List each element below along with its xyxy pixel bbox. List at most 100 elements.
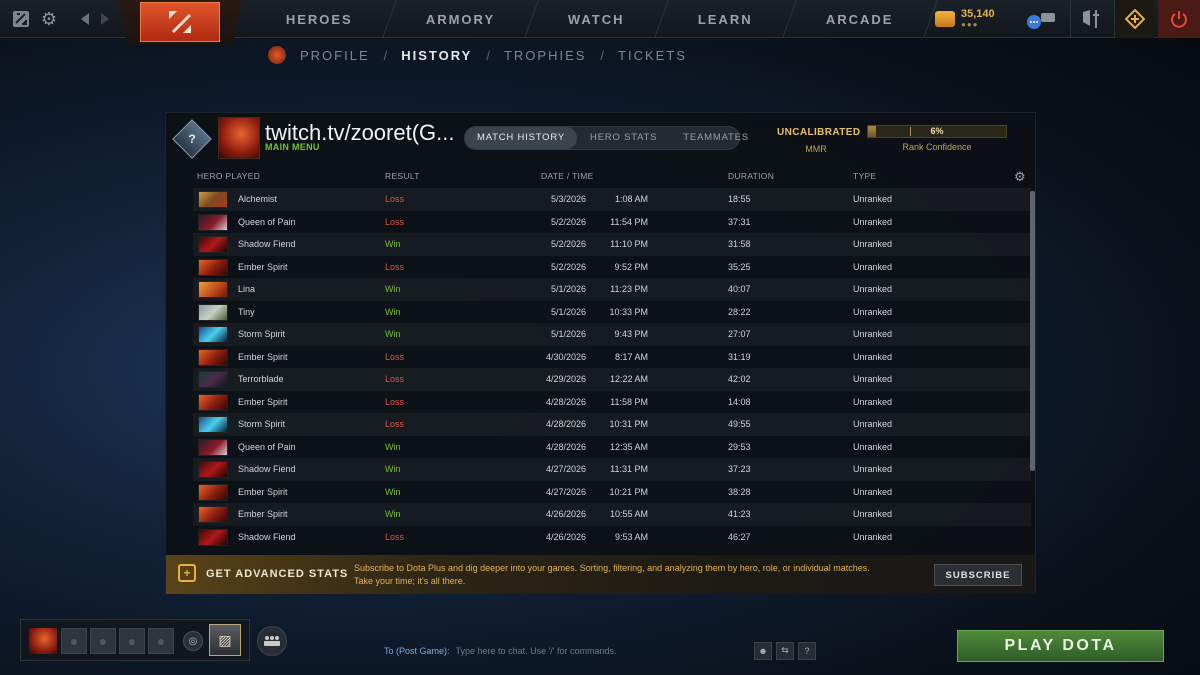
table-row[interactable]: Ember Spirit Loss 4/30/2026 8:17 AM 31:19 Unr… (193, 346, 1031, 369)
table-row[interactable]: Ember Spirit Loss 5/2/2026 9:52 PM 35:25 Unra… (193, 256, 1031, 279)
column-hero-played[interactable]: HERO PLAYED (197, 171, 260, 181)
match-date: 4/26/2026 (545, 509, 586, 520)
nav-armory[interactable]: ARMORY (382, 0, 540, 38)
gear-icon[interactable]: ⚙ (38, 8, 60, 30)
table-row[interactable]: Ember Spirit Win 4/26/2026 10:55 AM 41:23 Unr… (193, 503, 1031, 526)
table-row[interactable]: Tiny Win 5/1/2026 10:33 PM 28:22 Unranked (193, 301, 1031, 324)
match-type: Unranked (853, 531, 893, 542)
match-duration: 18:55 (728, 194, 751, 205)
table-row[interactable]: Queen of Pain Win 4/28/2026 12:35 AM 29:53 Un… (193, 436, 1031, 459)
match-type: Unranked (853, 216, 893, 227)
player-avatar[interactable] (218, 117, 260, 159)
power-button[interactable] (1158, 0, 1200, 38)
forward-arrow-icon[interactable] (94, 8, 116, 30)
hero-name: Ember Spirit (238, 396, 288, 407)
tab-hero-stats[interactable]: HERO STATS (577, 127, 670, 149)
column-type[interactable]: TYPE (853, 171, 876, 181)
table-row[interactable]: Queen of Pain Loss 5/2/2026 11:54 PM 37:31 Un… (193, 211, 1031, 234)
dota-logo[interactable] (118, 0, 242, 46)
hero-name: Ember Spirit (238, 486, 288, 497)
match-type: Unranked (853, 239, 893, 250)
match-date: 4/27/2026 (545, 464, 586, 475)
rank-confidence-percent: 6% (930, 126, 944, 136)
scrollbar[interactable] (1030, 191, 1035, 471)
match-date: 5/2/2026 (550, 216, 586, 227)
match-time: 9:43 PM (614, 329, 648, 340)
table-row[interactable]: Ember Spirit Win 4/27/2026 10:21 PM 38:28 Unr… (193, 481, 1031, 504)
hero-portrait (198, 461, 228, 478)
tab-match-history[interactable]: MATCH HISTORY (465, 127, 577, 149)
hero-portrait (198, 506, 228, 523)
party-slot-empty[interactable]: ● (119, 628, 145, 654)
hero-portrait (198, 528, 228, 546)
subnav-tickets[interactable]: TICKETS (618, 48, 687, 63)
column-date-time[interactable]: DATE / TIME (541, 171, 594, 181)
subscribe-button[interactable]: SUBSCRIBE (934, 564, 1022, 586)
party-slot-empty[interactable]: ● (61, 628, 87, 654)
party-slot-empty[interactable]: ● (90, 628, 116, 654)
table-row[interactable]: Storm Spirit Loss 4/28/2026 10:31 PM 49:55 Un… (193, 413, 1031, 436)
match-time: 11:54 PM (610, 216, 648, 227)
emoji-icon[interactable]: ☻ (754, 641, 772, 660)
headset-icon[interactable]: ◎ (183, 631, 203, 651)
match-duration: 41:23 (728, 509, 751, 520)
nav-arcade[interactable]: ARCADE (782, 0, 938, 38)
dota-plus-icon (1124, 9, 1145, 29)
match-result: Win (385, 329, 401, 340)
rank-medal-icon[interactable]: ? (172, 119, 212, 159)
match-duration: 28:22 (728, 306, 751, 317)
nav-watch[interactable]: WATCH (525, 0, 669, 38)
chat-notification-button[interactable] (1018, 0, 1062, 38)
match-date: 4/30/2026 (545, 351, 586, 362)
back-arrow-icon[interactable] (74, 8, 96, 30)
help-icon[interactable]: ? (798, 641, 816, 660)
subnav-trophies[interactable]: TROPHIES (504, 48, 586, 63)
dota-plus-button[interactable] (1114, 0, 1154, 38)
table-row[interactable]: Storm Spirit Win 5/1/2026 9:43 PM 27:07 Unran… (193, 323, 1031, 346)
match-type: Unranked (853, 464, 893, 475)
friends-button[interactable] (257, 626, 287, 656)
table-row[interactable]: Lina Win 5/1/2026 11:23 PM 40:07 Unranked (193, 278, 1031, 301)
hero-name: Shadow Fiend (238, 464, 296, 475)
table-row[interactable]: Terrorblade Loss 4/29/2026 12:22 AM 42:02 Unr… (193, 368, 1031, 391)
gear-icon[interactable]: ⚙ (1014, 169, 1026, 185)
chat-input[interactable] (455, 645, 750, 656)
party-member-avatar[interactable] (29, 628, 57, 654)
match-date: 5/1/2026 (550, 284, 586, 295)
table-row[interactable]: Shadow Fiend Win 5/2/2026 11:10 PM 31:58 Unra… (193, 233, 1031, 256)
column-result[interactable]: RESULT (385, 171, 420, 181)
play-dota-button[interactable]: PLAY DOTA (957, 630, 1164, 662)
nav-learn[interactable]: LEARN (654, 0, 797, 38)
dota-logo-icon (140, 2, 220, 42)
tab-teammates[interactable]: TEAMMATES (670, 127, 762, 149)
match-duration: 31:58 (728, 239, 751, 250)
match-type: Unranked (853, 509, 893, 520)
match-result: Win (385, 306, 401, 317)
dota-menu-icon[interactable] (10, 8, 32, 30)
table-row[interactable]: Shadow Fiend Loss 4/26/2026 9:53 AM 46:27 Unr… (193, 526, 1031, 549)
nav-heroes[interactable]: HEROES (243, 0, 397, 38)
currency-dots-icon: ●●● (961, 20, 979, 29)
mmr-display: UNCALIBRATED MMR (777, 127, 860, 154)
shards-currency[interactable]: 35,140 ●●● (935, 8, 995, 29)
table-row[interactable]: Shadow Fiend Win 4/27/2026 11:31 PM 37:23 Unr… (193, 458, 1031, 481)
subnav-history[interactable]: HISTORY (401, 48, 472, 63)
subnav-separator: / (600, 47, 605, 63)
match-time: 9:53 AM (614, 531, 648, 542)
main-nav: HEROES ARMORY WATCH LEARN ARCADE (243, 0, 938, 38)
subnav-profile[interactable]: PROFILE (300, 48, 370, 63)
table-row[interactable]: Alchemist Loss 5/3/2026 1:08 AM 18:55 Unranke… (193, 188, 1031, 211)
chat-channel[interactable]: To (Post Game): (384, 646, 450, 656)
friends-icon (264, 636, 280, 646)
table-row[interactable]: Ember Spirit Loss 4/28/2026 11:58 PM 14:08 Un… (193, 391, 1031, 414)
column-duration[interactable]: DURATION (728, 171, 774, 181)
subnav-separator: / (486, 47, 490, 63)
chat-wheel-icon[interactable]: ⇆ (776, 641, 794, 660)
party-rank-icon[interactable]: ▨ (209, 624, 241, 656)
armory-shield-button[interactable] (1070, 0, 1110, 38)
hero-portrait (198, 393, 228, 411)
match-duration: 37:31 (728, 216, 751, 227)
party-slot-empty[interactable]: ● (148, 628, 174, 654)
profile-subnav: PROFILE / HISTORY / TROPHIES / TICKETS (268, 46, 687, 64)
advanced-stats-text: Subscribe to Dota Plus and dig deeper in… (354, 563, 870, 586)
